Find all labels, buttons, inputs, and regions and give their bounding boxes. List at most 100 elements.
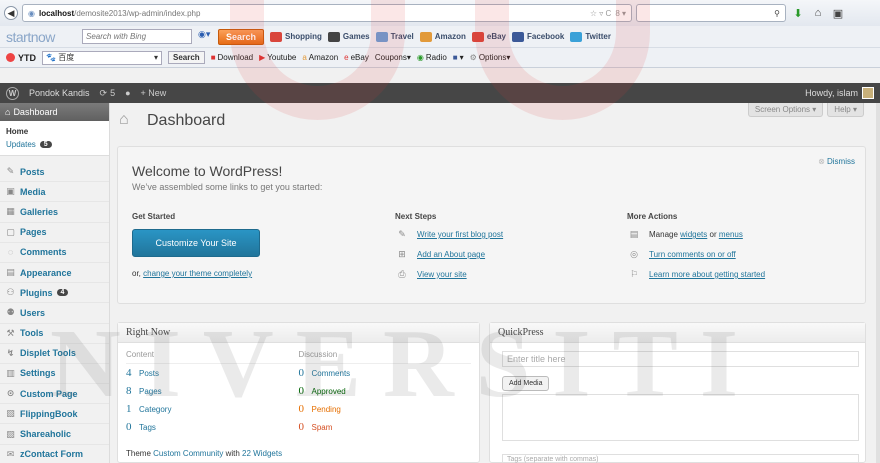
right-now-rows: 4 Posts 8 Pages 1 Category 0 Tags 0 Comments 0 App… [126, 364, 471, 436]
page-scrollbar[interactable] [876, 103, 880, 463]
sidebar-item-zcontact-form[interactable]: ✉ zContact Form [0, 445, 109, 463]
right-now-row[interactable]: 0 Comments [299, 364, 472, 382]
address-bar[interactable]: ◉ localhost/demosite2013/wp-admin/index.… [22, 4, 632, 22]
add-page-icon: ⊞ [398, 249, 406, 259]
bookmark-star-icon[interactable]: ☆ ▿ C [590, 9, 611, 18]
menu-icon[interactable]: ▣ [830, 7, 846, 20]
amazon-icon [419, 31, 432, 42]
download-arrow-icon[interactable]: ⬇ [790, 7, 806, 20]
count-label: Approved [311, 386, 346, 396]
search-icon[interactable]: ⚲ [774, 9, 780, 18]
count-label: Pages [139, 386, 162, 396]
sidebar-item-dashboard[interactable]: ⌂ Dashboard [0, 103, 109, 121]
search-engine-selector[interactable]: 8 ▾ [615, 9, 626, 18]
youtube-icon: ▶ [259, 53, 266, 62]
pin-icon: ✎ [6, 166, 15, 177]
customize-site-button[interactable]: Customize Your Site [132, 229, 260, 257]
sidebar-item-label: Appearance [20, 267, 72, 278]
flag-icon: ⚐ [629, 269, 639, 279]
widgets-count-link[interactable]: 22 Widgets [242, 449, 282, 458]
right-now-title[interactable]: Right Now [118, 323, 479, 343]
sidebar-item-settings[interactable]: ▥ Settings [0, 364, 109, 385]
twitter-icon [570, 31, 583, 42]
add-media-button[interactable]: Add Media [502, 376, 550, 391]
quickpress-widget: QuickPress Enter title here Add Media Ta… [489, 322, 866, 463]
sidebar-item-displet-tools[interactable]: ↯ Displet Tools [0, 344, 109, 364]
browser-toolbar: ◀ ◉ localhost/demosite2013/wp-admin/inde… [0, 0, 880, 26]
admin-bar-updates[interactable]: ⟳ 5 [100, 88, 116, 99]
admin-bar-account[interactable]: Howdy, islam [805, 87, 874, 99]
ytd-search-button[interactable]: Search [168, 51, 205, 64]
right-now-row[interactable]: 0 Spam [299, 418, 472, 436]
toolbar-link-shopping[interactable]: Shopping [270, 31, 322, 42]
toolbar-link-twitter[interactable]: Twitter [570, 31, 611, 42]
count-label: Tags [139, 422, 156, 432]
ytd-download[interactable]: ■ Download [211, 53, 253, 62]
sidebar-item-custom-page[interactable]: ⊙ Custom Page [0, 384, 109, 405]
right-now-row[interactable]: 0 Approved [299, 382, 472, 400]
admin-bar-new[interactable]: + New [141, 88, 167, 98]
sidebar-item-shareaholic[interactable]: ▨ Shareaholic [0, 424, 109, 445]
quickpress-content-textarea[interactable] [502, 394, 859, 441]
widgets-link[interactable]: widgets [680, 230, 707, 239]
admin-bar-site-name[interactable]: Pondok Kandis [29, 88, 90, 98]
startnow-search-input[interactable] [82, 29, 192, 44]
ytd-options[interactable]: ⚙ Options▾ [470, 53, 511, 62]
submenu-home[interactable]: Home [0, 125, 109, 138]
ytd-coupons[interactable]: Coupons▾ [375, 53, 411, 62]
quickpress-title-input[interactable]: Enter title here [502, 351, 859, 367]
quickpress-title[interactable]: QuickPress [490, 323, 865, 343]
sidebar-item-galleries[interactable]: ▦ Galleries [0, 202, 109, 223]
ytd-ebay[interactable]: e eBay [344, 53, 369, 62]
home-icon[interactable]: ⌂ [810, 7, 826, 19]
sidebar-item-posts[interactable]: ✎ Posts [0, 162, 109, 183]
submenu-updates[interactable]: Updates 5 [0, 138, 109, 151]
close-circle-icon: ⊗ [818, 157, 825, 166]
ytd-logo[interactable]: YTD [6, 53, 36, 63]
ytd-youtube[interactable]: ▶ Youtube [259, 53, 296, 62]
sidebar-item-comments[interactable]: ◌ Comments [0, 243, 109, 263]
toolbar-link-ebay[interactable]: eBay [471, 31, 506, 42]
wp-admin-bar: W Pondok Kandis ⟳ 5 ● + New Howdy, islam [0, 83, 880, 103]
menus-link[interactable]: menus [719, 230, 743, 239]
toolbar-link-games[interactable]: Games [327, 31, 370, 42]
ytd-search-engine-select[interactable]: 🐾 百度 ▾ [42, 50, 162, 65]
discussion-column: 0 Comments 0 Approved 0 Pending 0 Spam [299, 364, 472, 436]
games-icon [327, 31, 340, 42]
ytd-radio[interactable]: ◉ Radio [417, 53, 447, 62]
toolbar-link-facebook[interactable]: Facebook [512, 31, 564, 42]
right-now-row[interactable]: 4 Posts [126, 364, 299, 382]
sidebar-item-appearance[interactable]: ▤ Appearance [0, 263, 109, 284]
help-button[interactable]: Help ▾ [827, 103, 864, 117]
sidebar-item-users[interactable]: ⚉ Users [0, 303, 109, 324]
turn-comments-link[interactable]: Turn comments on or off [649, 250, 736, 259]
ytd-facebook[interactable]: ■ ▾ [453, 53, 464, 62]
toolbar-link-travel[interactable]: Travel [375, 31, 414, 42]
sidebar-item-pages[interactable]: ▢ Pages [0, 223, 109, 243]
right-now-row[interactable]: 8 Pages [126, 382, 299, 400]
learn-more-link[interactable]: Learn more about getting started [649, 270, 765, 279]
dismiss-link[interactable]: ⊗ Dismiss [818, 157, 855, 166]
wordpress-logo-icon[interactable]: W [6, 86, 19, 100]
back-arrow-icon[interactable]: ◀ [4, 6, 18, 20]
sidebar-item-media[interactable]: ▣ Media [0, 182, 109, 203]
startnow-search-button[interactable]: Search [218, 28, 265, 45]
admin-bar-comments[interactable]: ● [125, 88, 130, 98]
write-post-link[interactable]: Write your first blog post [417, 230, 503, 239]
sidebar-item-flippingbook[interactable]: ▧ FlippingBook [0, 404, 109, 425]
ytd-amazon[interactable]: a Amazon [302, 53, 338, 62]
theme-link[interactable]: Custom Community [153, 449, 223, 458]
toolbar-link-amazon[interactable]: Amazon [419, 31, 466, 42]
sidebar-item-tools[interactable]: ⚒ Tools [0, 324, 109, 344]
right-now-row[interactable]: 1 Category [126, 400, 299, 418]
right-now-row[interactable]: 0 Tags [126, 418, 299, 436]
view-site-link[interactable]: View your site [417, 270, 467, 279]
change-theme-link[interactable]: change your theme completely [143, 269, 252, 278]
browser-search-bar[interactable]: ⚲ [636, 4, 786, 22]
right-now-row[interactable]: 0 Pending [299, 400, 472, 418]
search-provider-dropdown-icon[interactable]: ◉▾ [198, 29, 212, 44]
sidebar-item-plugins[interactable]: ⚇ Plugins 4 [0, 283, 109, 304]
quickpress-tags-input[interactable]: Tags (separate with commas) [502, 454, 859, 463]
about-page-link[interactable]: Add an About page [417, 250, 485, 259]
screen-options-button[interactable]: Screen Options ▾ [747, 103, 824, 117]
